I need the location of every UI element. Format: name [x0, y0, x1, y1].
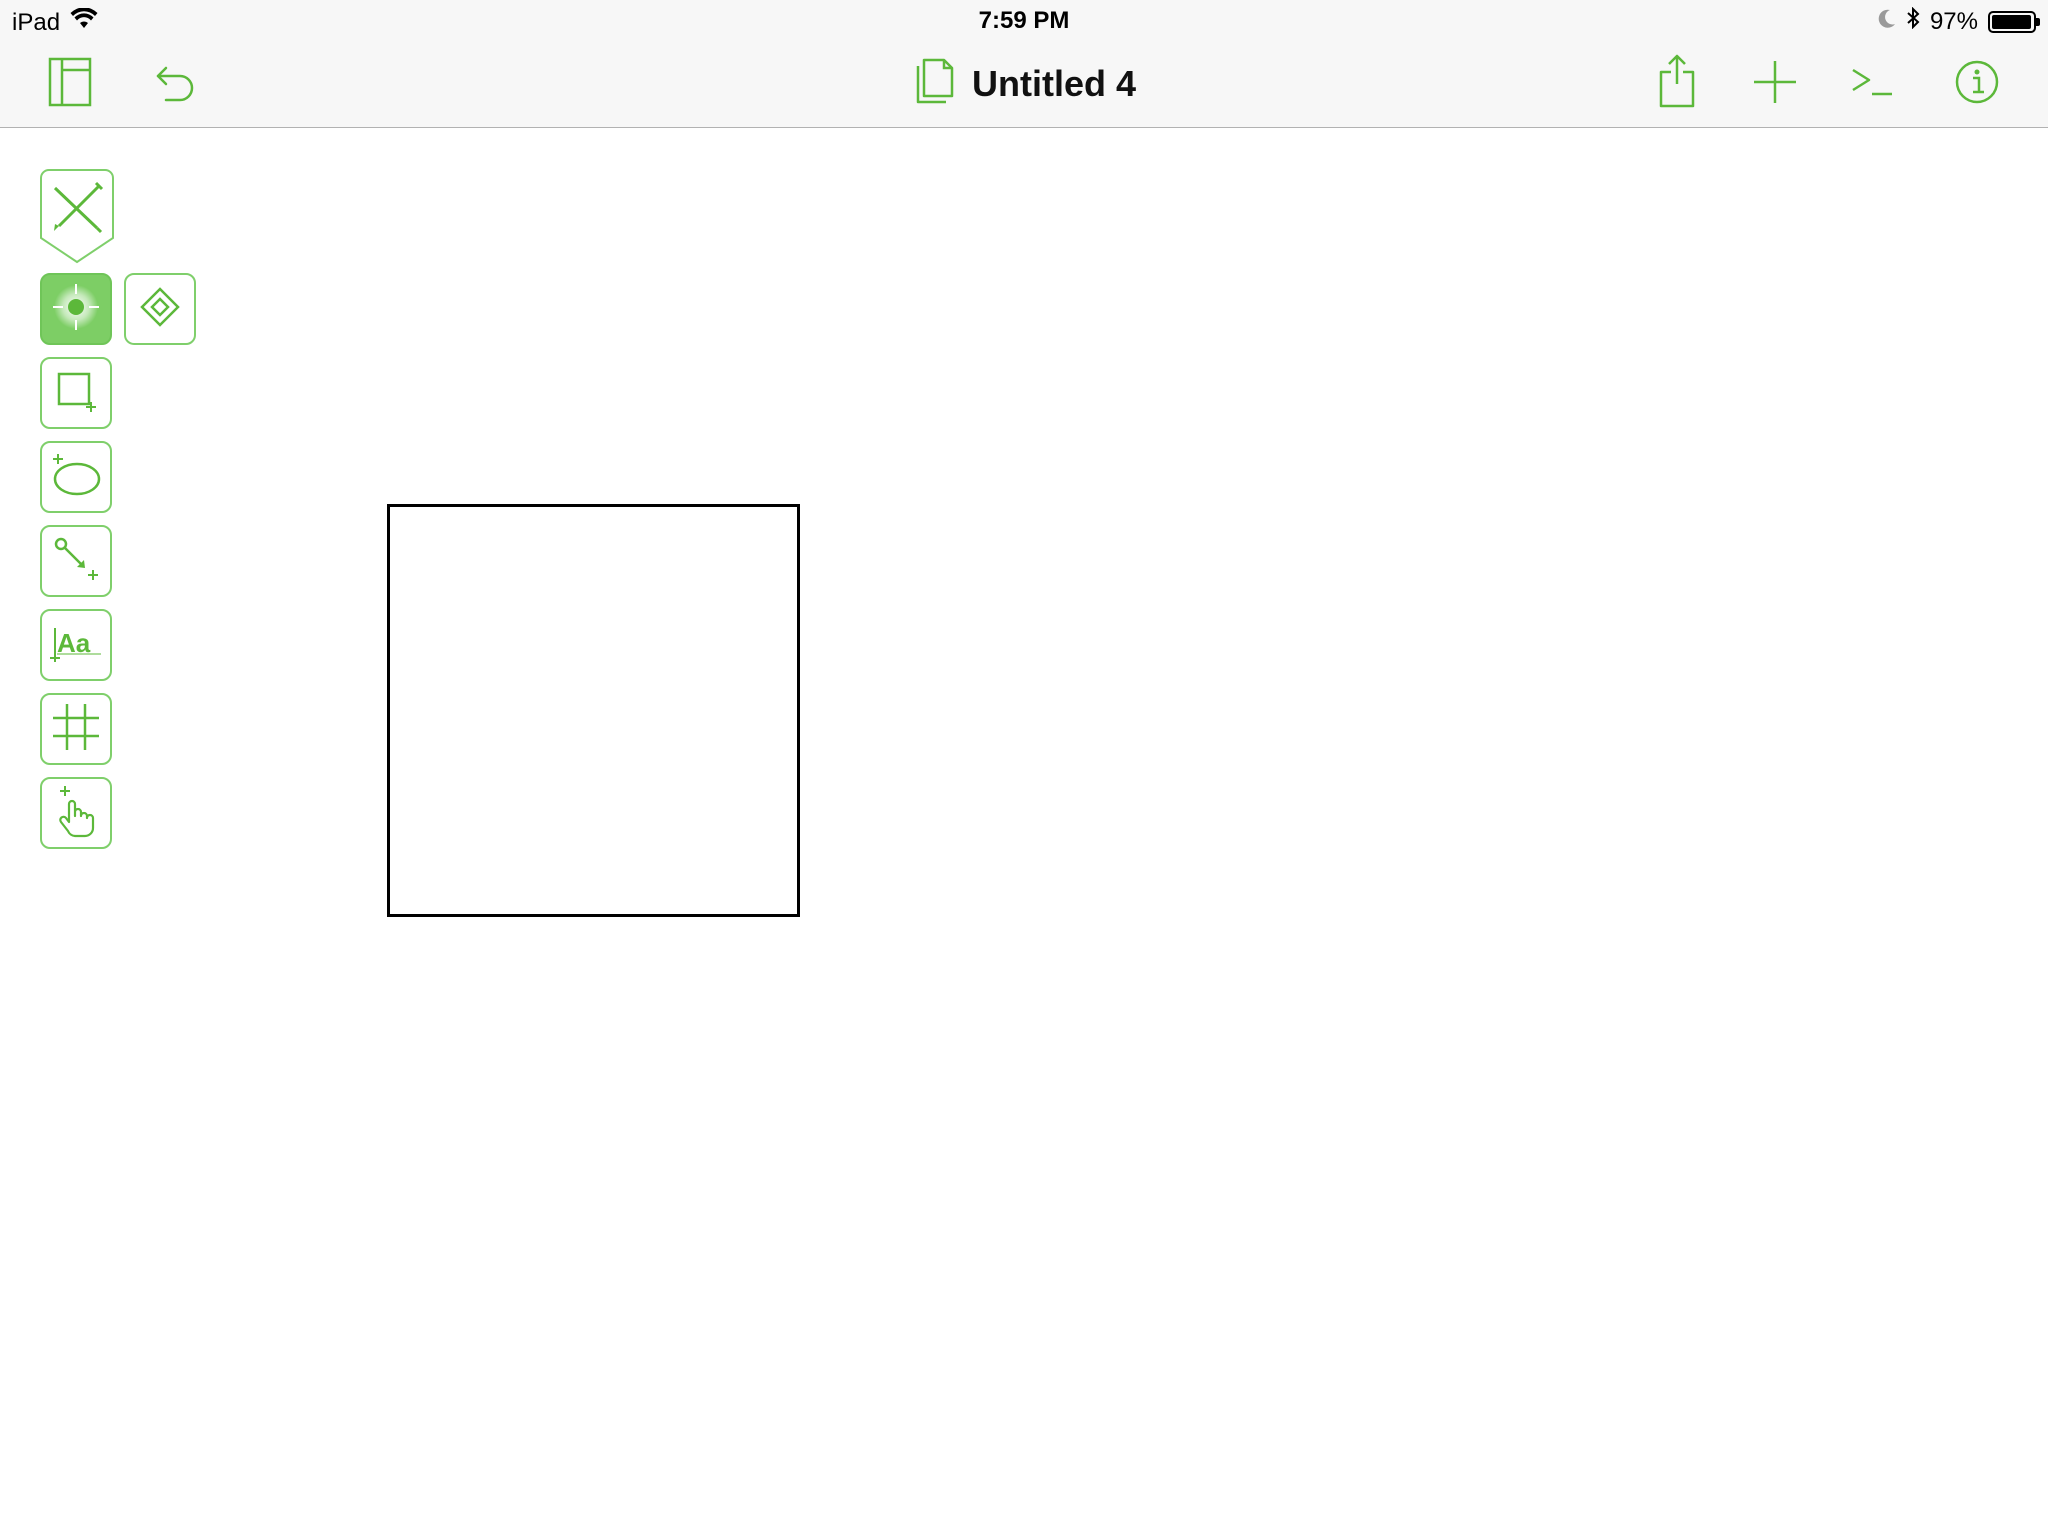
shape-tool-button[interactable]	[40, 357, 112, 429]
line-tool-button[interactable]	[40, 525, 112, 597]
lasso-icon	[50, 452, 102, 503]
add-button[interactable]	[1743, 52, 1807, 116]
documents-icon	[912, 56, 958, 111]
crop-grid-icon	[51, 702, 101, 757]
share-icon	[1657, 54, 1697, 115]
selection-target-icon	[51, 282, 101, 337]
console-icon	[1850, 62, 1894, 107]
drawing-canvas[interactable]: Aa	[0, 128, 2048, 1536]
moon-icon	[1878, 8, 1896, 36]
text-aa-icon: Aa	[49, 620, 103, 670]
status-bar: iPad 7:59 PM 97%	[0, 0, 2048, 40]
hand-pointer-icon	[53, 784, 99, 843]
status-right-group: 97%	[1878, 6, 2040, 36]
rectangle-plus-icon	[53, 368, 99, 419]
document-title-group[interactable]: Untitled 4	[0, 56, 2048, 111]
bluetooth-icon	[1906, 6, 1920, 36]
add-icon	[1752, 59, 1798, 110]
battery-percent: 97%	[1929, 7, 1978, 35]
point-editor-tool-button[interactable]	[124, 273, 196, 345]
top-bar: iPad 7:59 PM 97% Untitled 4	[0, 0, 2048, 128]
status-time: 7:59 PM	[978, 7, 1070, 34]
app-window: iPad 7:59 PM 97% Untitled 4 Aa	[0, 0, 2048, 1536]
info-icon	[1954, 59, 2000, 110]
line-arrow-icon	[51, 534, 101, 589]
style-tools-button[interactable]	[39, 168, 115, 264]
info-button[interactable]	[1945, 52, 2009, 116]
nav-toolbar: Untitled 4	[0, 40, 2048, 127]
canvas-rectangle-shape[interactable]	[387, 504, 800, 917]
diamond-icon	[138, 285, 182, 334]
text-tool-label: Aa	[57, 628, 91, 658]
selection-tool-button[interactable]	[40, 273, 112, 345]
browse-tool-button[interactable]	[40, 777, 112, 849]
diagram-tool-button[interactable]	[40, 693, 112, 765]
text-tool-button[interactable]: Aa	[40, 609, 112, 681]
share-button[interactable]	[1645, 52, 1709, 116]
console-button[interactable]	[1840, 52, 1904, 116]
document-title: Untitled 4	[971, 62, 1136, 104]
battery-icon	[1988, 10, 2040, 33]
lasso-tool-button[interactable]	[40, 441, 112, 513]
